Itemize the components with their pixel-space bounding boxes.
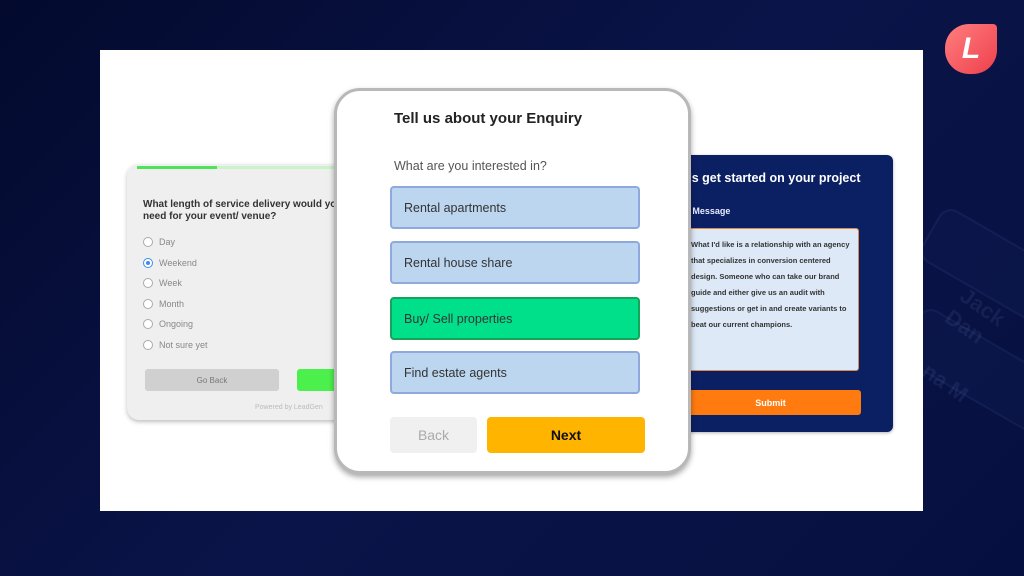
powered-by-text: Powered by LeadGen	[255, 404, 323, 411]
radio-option-month[interactable]: Month	[143, 294, 208, 315]
radio-button[interactable]	[143, 298, 153, 309]
form-subtitle: What are you interested in?	[394, 159, 547, 173]
option-rental-apartments[interactable]: Rental apartments	[390, 186, 640, 229]
radio-label: Not sure yet	[159, 339, 208, 350]
brand-logo-icon: L	[945, 24, 997, 74]
radio-button[interactable]	[143, 339, 153, 350]
option-find-estate-agents[interactable]: Find estate agents	[390, 351, 640, 394]
radio-label: Month	[159, 298, 185, 309]
radio-label: Week	[159, 278, 182, 289]
service-length-form: What length of service delivery would yo…	[127, 164, 347, 420]
form-title: Tell us about your Enquiry	[394, 110, 583, 127]
radio-group: Day Weekend Week Month Ongoing Not sure …	[143, 232, 208, 355]
option-rental-house-share[interactable]: Rental house share	[390, 241, 640, 284]
radio-option-not-sure[interactable]: Not sure yet	[143, 335, 208, 356]
radio-label: Day	[159, 237, 176, 248]
progress-bar-fill	[137, 166, 217, 169]
radio-button[interactable]	[143, 278, 153, 289]
radio-option-ongoing[interactable]: Ongoing	[143, 314, 208, 335]
form-title: Let's get started on your project	[670, 171, 861, 185]
radio-label: Ongoing	[159, 319, 194, 330]
progress-bar	[137, 166, 347, 169]
enquiry-form: Tell us about your Enquiry What are you …	[334, 88, 691, 474]
next-button[interactable]: Next	[487, 417, 645, 453]
radio-button[interactable]	[143, 237, 153, 248]
option-buy-sell-properties[interactable]: Buy/ Sell properties	[390, 297, 640, 340]
radio-option-weekend[interactable]: Weekend	[143, 253, 208, 274]
message-textarea[interactable]: What I'd like is a relationship with an …	[680, 228, 859, 371]
radio-label: Weekend	[159, 257, 197, 268]
radio-option-day[interactable]: Day	[143, 232, 208, 253]
radio-button[interactable]	[143, 257, 153, 268]
logo-letter: L	[961, 32, 981, 65]
back-button[interactable]: Back	[390, 417, 477, 453]
submit-button[interactable]: Submit	[680, 390, 861, 415]
question-text: What length of service delivery would yo…	[143, 199, 343, 222]
go-back-button[interactable]: Go Back	[145, 369, 279, 391]
radio-option-week[interactable]: Week	[143, 273, 208, 294]
radio-button[interactable]	[143, 319, 153, 330]
